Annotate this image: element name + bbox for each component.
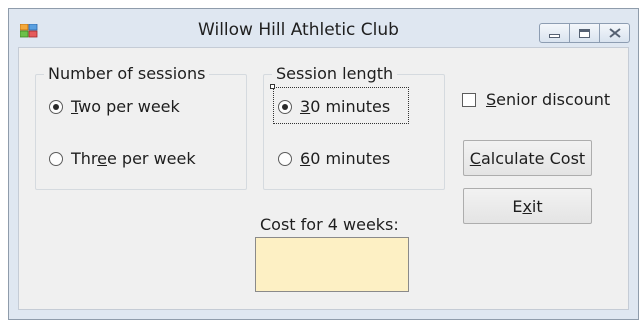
selection-handle — [270, 84, 275, 89]
caption-buttons — [539, 23, 630, 43]
radio-label: Three per week — [71, 149, 196, 168]
minimize-icon — [549, 33, 560, 38]
maximize-button[interactable] — [569, 23, 600, 43]
two-per-week-radio[interactable]: Two per week — [49, 97, 180, 116]
title-bar[interactable]: Willow Hill Athletic Club — [9, 9, 638, 47]
radio-indicator-checked — [278, 99, 292, 114]
close-icon — [608, 28, 621, 38]
cost-label: Cost for 4 weeks: — [260, 215, 399, 234]
form-client-area: Number of sessions Two per week Three pe… — [18, 47, 629, 310]
radio-label: Two per week — [71, 97, 180, 116]
button-label: Exit — [512, 196, 543, 216]
app-window: Willow Hill Athletic Club Number of sess… — [8, 8, 639, 320]
checkbox-label: Senior discount — [486, 90, 611, 109]
session-length-group-legend: Session length — [272, 64, 398, 83]
minimize-button[interactable] — [539, 23, 570, 43]
exit-button[interactable]: Exit — [463, 188, 592, 224]
session-length-group: Session length 30 minutes 60 minutes — [263, 64, 445, 190]
radio-indicator — [278, 151, 292, 166]
button-label: Calculate Cost — [469, 148, 586, 168]
radio-label: 30 minutes — [300, 97, 391, 116]
thirty-minutes-radio[interactable]: 30 minutes — [278, 97, 390, 116]
three-per-week-radio[interactable]: Three per week — [49, 149, 196, 168]
sessions-group: Number of sessions Two per week Three pe… — [35, 64, 247, 190]
calculate-cost-button[interactable]: Calculate Cost — [463, 140, 592, 176]
radio-label: 60 minutes — [300, 149, 391, 168]
radio-indicator — [49, 151, 63, 166]
senior-discount-checkbox[interactable]: Senior discount — [462, 90, 610, 109]
cost-output — [255, 237, 409, 292]
sixty-minutes-radio[interactable]: 60 minutes — [278, 149, 390, 168]
close-button[interactable] — [599, 23, 630, 43]
checkbox-indicator — [462, 92, 476, 107]
sessions-group-legend: Number of sessions — [44, 64, 210, 83]
radio-indicator-checked — [49, 99, 63, 114]
maximize-icon — [579, 28, 590, 38]
